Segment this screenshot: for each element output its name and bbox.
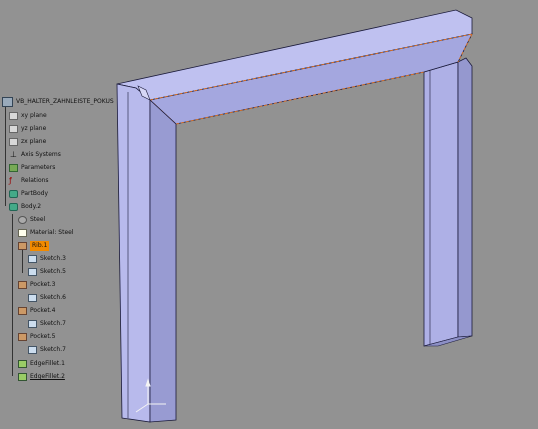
sketch-icon <box>28 320 37 328</box>
edge-fillet-icon <box>18 373 27 381</box>
tree-root-label: VB_HALTER_ZAHNLEISTE_POKUS <box>16 98 114 105</box>
pocket-icon <box>18 307 27 315</box>
tree-item-edgefillet2[interactable]: EdgeFillet.2 <box>18 372 65 382</box>
part-icon <box>2 97 13 107</box>
tree-item-zx-plane[interactable]: zx plane <box>9 137 46 147</box>
tree-line <box>5 104 6 206</box>
material-icon <box>18 229 27 237</box>
material-sphere-icon <box>18 216 27 224</box>
edge-fillet-icon <box>18 360 27 368</box>
sketch-icon <box>28 268 37 276</box>
tree-line <box>12 214 13 376</box>
axis-system-icon: ⊥ <box>10 150 17 159</box>
plane-icon <box>9 112 18 120</box>
tree-item-partbody[interactable]: PartBody <box>9 189 48 199</box>
tree-item-pocket5[interactable]: Pocket.5 <box>18 332 55 342</box>
tree-item-pocket4[interactable]: Pocket.4 <box>18 306 55 316</box>
tree-item-pocket3[interactable]: Pocket.3 <box>18 280 55 290</box>
sketch-icon <box>28 346 37 354</box>
tree-item-edgefillet1[interactable]: EdgeFillet.1 <box>18 359 65 369</box>
tree-item-sketch6[interactable]: Sketch.6 <box>28 293 66 303</box>
pocket-icon <box>18 333 27 341</box>
tree-item-material[interactable]: Material: Steel <box>18 228 74 238</box>
tree-item-sketch3[interactable]: Sketch.3 <box>28 254 66 264</box>
tree-item-sketch5[interactable]: Sketch.5 <box>28 267 66 277</box>
tree-item-steel[interactable]: Steel <box>18 215 45 225</box>
rib-icon <box>18 242 27 250</box>
sketch-icon <box>28 255 37 263</box>
tree-item-sketch7[interactable]: Sketch.7 <box>28 319 66 329</box>
tree-line <box>22 249 23 273</box>
tree-item-parameters[interactable]: Parameters <box>9 163 55 173</box>
tree-item-relations[interactable]: ƒ Relations <box>9 176 49 186</box>
plane-icon <box>9 138 18 146</box>
tree-item-sketch7b[interactable]: Sketch.7 <box>28 345 66 355</box>
body-icon <box>9 190 18 198</box>
tree-item-xy-plane[interactable]: xy plane <box>9 111 47 121</box>
parameters-icon <box>9 164 18 172</box>
body-icon <box>9 203 18 211</box>
tree-item-body2[interactable]: Body.2 <box>9 202 41 212</box>
tree-item-yz-plane[interactable]: yz plane <box>9 124 46 134</box>
right-post[interactable] <box>423 57 473 347</box>
specification-tree: VB_HALTER_ZAHNLEISTE_POKUS xy plane yz p… <box>0 0 140 429</box>
sketch-icon <box>28 294 37 302</box>
tree-root[interactable]: VB_HALTER_ZAHNLEISTE_POKUS <box>2 97 114 107</box>
plane-icon <box>9 125 18 133</box>
relations-icon: ƒ <box>9 176 12 185</box>
pocket-icon <box>18 281 27 289</box>
top-beam[interactable] <box>116 9 473 125</box>
tree-item-axis-systems[interactable]: ⊥ Axis Systems <box>9 150 61 160</box>
tree-item-rib1[interactable]: Rib.1 <box>18 241 50 251</box>
